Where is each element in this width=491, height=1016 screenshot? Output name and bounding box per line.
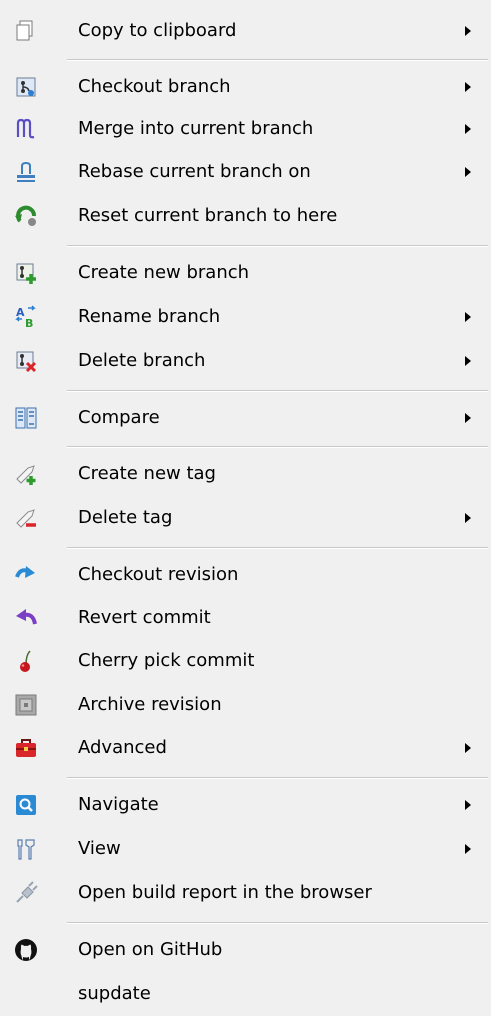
svg-text:B: B <box>25 317 33 329</box>
menu-item-label: Checkout revision <box>78 564 239 585</box>
view-icon <box>17 839 35 860</box>
menu-item-label: Reset current branch to here <box>78 205 338 226</box>
build-report-icon <box>16 881 38 903</box>
menu-item-label: Open on GitHub <box>78 939 223 960</box>
menu-item-cherry-pick-commit[interactable]: Cherry pick commit <box>0 640 491 682</box>
menu-item-label: Create new tag <box>78 463 216 484</box>
menu-item-reset-current-branch[interactable]: Reset current branch to here <box>0 195 491 237</box>
compare-icon <box>15 407 37 429</box>
menu-separator <box>67 446 488 448</box>
context-menu: Copy to clipboard Checkout branch Merge … <box>0 0 491 1016</box>
menu-item-open-on-github[interactable]: Open on GitHub <box>0 929 491 971</box>
menu-separator <box>67 390 488 392</box>
menu-item-label: Advanced <box>78 737 167 758</box>
menu-item-open-build-report[interactable]: Open build report in the browser <box>0 872 491 914</box>
menu-item-create-new-branch[interactable]: Create new branch <box>0 252 491 294</box>
menu-item-label: Delete tag <box>78 507 173 528</box>
menu-item-label: Rebase current branch on <box>78 161 311 182</box>
menu-item-archive-revision[interactable]: Archive revision <box>0 684 491 726</box>
menu-item-supdate[interactable]: supdate <box>0 973 491 1015</box>
delete-branch-icon <box>16 351 37 373</box>
menu-item-label: Checkout branch <box>78 76 231 97</box>
menu-item-label: Compare <box>78 407 160 428</box>
menu-item-compare[interactable]: Compare <box>0 397 491 439</box>
menu-item-label: Revert commit <box>78 607 211 628</box>
reset-icon <box>15 205 36 226</box>
menu-item-label: Archive revision <box>78 694 222 715</box>
menu-item-copy-to-clipboard[interactable]: Copy to clipboard <box>0 10 491 52</box>
menu-item-delete-branch[interactable]: Delete branch <box>0 340 491 382</box>
archive-icon <box>15 694 37 716</box>
submenu-arrow-icon <box>465 844 471 854</box>
menu-separator <box>67 547 488 549</box>
svg-text:A: A <box>16 306 25 319</box>
copy-icon <box>16 20 33 41</box>
create-branch-icon <box>16 263 36 284</box>
checkout-revision-icon <box>15 566 35 578</box>
revert-commit-icon <box>16 609 37 625</box>
cherry-icon <box>20 650 31 672</box>
menu-item-navigate[interactable]: Navigate <box>0 784 491 826</box>
submenu-arrow-icon <box>465 356 471 366</box>
menu-item-revert-commit[interactable]: Revert commit <box>0 597 491 639</box>
menu-item-advanced[interactable]: Advanced <box>0 727 491 769</box>
submenu-arrow-icon <box>465 513 471 523</box>
menu-item-view[interactable]: View <box>0 828 491 870</box>
delete-tag-icon <box>16 509 36 528</box>
github-icon <box>15 939 37 961</box>
menu-item-label: Cherry pick commit <box>78 650 255 671</box>
menu-separator <box>67 59 488 61</box>
menu-item-label: Create new branch <box>78 262 250 283</box>
menu-separator <box>67 777 488 779</box>
menu-item-create-new-tag[interactable]: Create new tag <box>0 453 491 495</box>
menu-item-label: Open build report in the browser <box>78 882 372 903</box>
rebase-icon <box>17 161 35 182</box>
submenu-arrow-icon <box>465 82 471 92</box>
submenu-arrow-icon <box>465 167 471 177</box>
submenu-arrow-icon <box>465 413 471 423</box>
menu-item-merge-into-current-branch[interactable]: Merge into current branch <box>0 108 491 150</box>
checkout-branch-icon <box>16 77 36 97</box>
menu-separator <box>67 245 488 247</box>
menu-separator <box>67 922 488 924</box>
submenu-arrow-icon <box>465 800 471 810</box>
menu-item-rename-branch[interactable]: A B Rename branch <box>0 296 491 338</box>
toolbox-icon <box>16 739 36 757</box>
menu-item-label: supdate <box>78 983 151 1004</box>
menu-item-label: Delete branch <box>78 350 206 371</box>
submenu-arrow-icon <box>465 312 471 322</box>
menu-item-label: Merge into current branch <box>78 118 314 139</box>
menu-item-delete-tag[interactable]: Delete tag <box>0 497 491 539</box>
menu-item-checkout-revision[interactable]: Checkout revision <box>0 554 491 596</box>
menu-item-label: Rename branch <box>78 306 221 327</box>
menu-item-checkout-branch[interactable]: Checkout branch <box>0 66 491 108</box>
menu-item-label: Navigate <box>78 794 159 815</box>
merge-icon <box>16 118 35 139</box>
menu-item-label: Copy to clipboard <box>78 20 237 41</box>
submenu-arrow-icon <box>465 26 471 36</box>
rename-branch-icon: A B <box>15 305 36 329</box>
submenu-arrow-icon <box>465 124 471 134</box>
submenu-arrow-icon <box>465 743 471 753</box>
menu-item-label: View <box>78 838 121 859</box>
create-tag-icon <box>16 465 36 485</box>
menu-item-rebase-current-branch[interactable]: Rebase current branch on <box>0 151 491 193</box>
navigate-icon <box>16 795 36 815</box>
